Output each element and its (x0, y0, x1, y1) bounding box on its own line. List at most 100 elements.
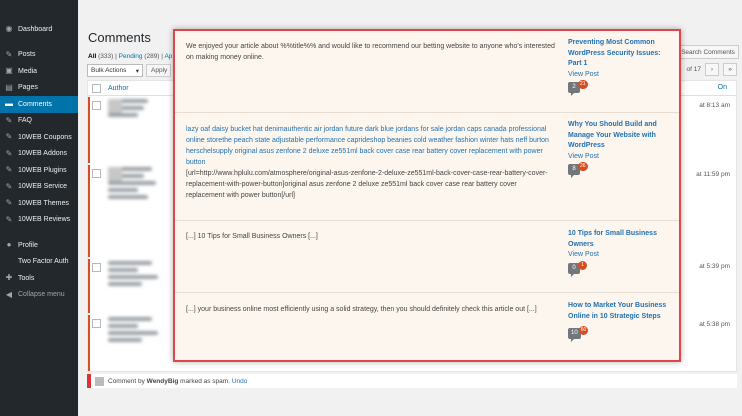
sidebar-item-10web-reviews[interactable]: ✎ 10WEB Reviews (0, 212, 78, 229)
pending-stripe (88, 315, 90, 371)
pending-count-badge[interactable]: 60 (578, 326, 589, 335)
comment-date: at 5:38 pm (699, 321, 730, 328)
response-to: Preventing Most Common WordPress Securit… (568, 38, 676, 96)
collapse-icon: ◀ (5, 289, 13, 299)
comment-row: [...] your business online most efficien… (175, 293, 679, 360)
blank-icon (4, 257, 14, 267)
avatar (95, 376, 104, 386)
comment-row: [...] 10 Tips for Small Business Owners … (175, 221, 679, 293)
bulk-actions-select[interactable]: Bulk Actions ▾ (87, 64, 143, 77)
filter-all-count: (333) (98, 53, 114, 60)
row-checkbox[interactable] (92, 263, 101, 272)
author-blurred (108, 167, 168, 202)
sidebar-item-label: Pages (18, 84, 38, 92)
sidebar-item-media[interactable]: ▣ Media (0, 63, 78, 80)
sidebar-item-faq[interactable]: ✎ FAQ (0, 113, 78, 130)
comment-count-bubbles: 10 60 (568, 326, 676, 342)
comment-count-bubbles: 2 21 (568, 80, 676, 96)
pin-icon: ✎ (5, 198, 13, 208)
author-blurred (108, 317, 168, 345)
pin-icon: ✎ (5, 214, 13, 224)
on-column-header[interactable]: On (718, 84, 727, 91)
comment-date: at 11:59 pm (696, 171, 730, 178)
response-to: 10 Tips for Small Business Owners View P… (568, 229, 676, 277)
pin-icon: ✎ (5, 115, 13, 125)
post-title-link[interactable]: How to Market Your Business Online in 10… (568, 302, 666, 320)
spam-undo-notice: Comment by WendyBig marked as spam. Undo (87, 374, 737, 388)
sidebar-item-pages[interactable]: ▤ Pages (0, 80, 78, 97)
sidebar-item-label: Media (18, 67, 38, 75)
filter-pending[interactable]: Pending (119, 53, 143, 60)
sidebar-item-10web-plugins[interactable]: ✎ 10WEB Plugins (0, 162, 78, 179)
post-title-link[interactable]: Why You Should Build and Manage Your Web… (568, 121, 657, 149)
page-title: Comments (88, 30, 151, 45)
pending-count-badge[interactable]: 21 (578, 80, 588, 89)
post-title-link[interactable]: Preventing Most Common WordPress Securit… (568, 39, 660, 67)
view-post-link[interactable]: View Post (568, 250, 676, 261)
sidebar-item-dashboard[interactable]: ◉ Dashboard (0, 21, 78, 38)
search-comments-button[interactable]: Search Comments (677, 45, 739, 59)
comment-text: [...] your business online most efficien… (186, 306, 537, 313)
sidebar-item-two-factor-auth[interactable]: Two Factor Auth (0, 254, 78, 271)
sidebar-item-label: 10WEB Reviews (18, 216, 71, 224)
apply-button[interactable]: Apply (146, 64, 171, 77)
comment-count-bubbles: 0 1 (568, 260, 676, 277)
comment-link-text[interactable]: lazy oaf daisy bucket hat denimauthentic… (186, 126, 549, 166)
comment-text: lazy oaf daisy bucket hat denimauthentic… (186, 124, 556, 201)
pending-count-badge[interactable]: 1 (578, 260, 587, 270)
sidebar-item-label: Posts (18, 51, 36, 59)
filter-approved[interactable]: Ap (164, 53, 172, 60)
sidebar-item-label: 10WEB Addons (18, 150, 68, 158)
pin-icon: ✎ (5, 49, 13, 59)
notice-prefix: Comment by (108, 377, 145, 385)
row-checkbox[interactable] (92, 101, 101, 110)
pin-icon: ✎ (5, 148, 13, 158)
pages-icon: ▤ (5, 82, 13, 92)
notice-author: WendyBig (146, 377, 179, 385)
filter-pending-count: (289) (144, 53, 160, 60)
sidebar-item-posts[interactable]: ✎ Posts (0, 47, 78, 64)
status-filters: All (333) | Pending (289) | Ap (88, 53, 172, 60)
undo-link[interactable]: Undo (232, 378, 248, 385)
next-page-button[interactable]: › (705, 63, 719, 76)
sidebar-item-profile[interactable]: ● Profile (0, 237, 78, 254)
post-title-link[interactable]: 10 Tips for Small Business Owners (568, 230, 657, 248)
sidebar-item-10web-addons[interactable]: ✎ 10WEB Addons (0, 146, 78, 163)
wrench-icon: ✚ (5, 273, 13, 283)
pagination: of 17 › » (687, 63, 737, 76)
comments-highlight-panel: We enjoyed your article about %%title%% … (173, 29, 681, 362)
author-blurred (108, 261, 168, 289)
response-to: How to Market Your Business Online in 10… (568, 301, 676, 342)
row-checkbox[interactable] (92, 319, 101, 328)
sidebar-item-10web-coupons[interactable]: ✎ 10WEB Coupons (0, 129, 78, 146)
sidebar-item-label: Collapse menu (18, 291, 65, 299)
sidebar-item-comments[interactable]: ▬ Comments (0, 96, 78, 113)
user-icon: ● (6, 240, 12, 250)
collapse-menu-button[interactable]: ◀ Collapse menu (0, 287, 78, 304)
comment-count-bubbles: 8 26 (568, 162, 676, 178)
filter-all[interactable]: All (88, 53, 96, 60)
notice-text: marked as spam. (180, 377, 231, 385)
row-checkbox[interactable] (92, 169, 101, 178)
sidebar-item-label: Tools (18, 274, 35, 282)
pin-icon: ✎ (5, 132, 13, 142)
sidebar-item-10web-service[interactable]: ✎ 10WEB Service (0, 179, 78, 196)
sidebar-item-label: 10WEB Coupons (18, 133, 72, 141)
sidebar-item-label: 10WEB Themes (18, 199, 69, 207)
author-blurred (108, 99, 168, 120)
response-to: Why You Should Build and Manage Your Web… (568, 120, 676, 178)
pending-stripe (88, 259, 90, 313)
sidebar-item-label: 10WEB Service (18, 183, 68, 191)
sidebar-item-label: Dashboard (18, 25, 53, 33)
page-total: of 17 (686, 66, 701, 73)
pending-count-badge[interactable]: 26 (578, 162, 588, 171)
sidebar-item-tools[interactable]: ✚ Tools (0, 270, 78, 287)
author-column-header[interactable]: Author (108, 85, 129, 92)
select-all-checkbox[interactable] (92, 83, 101, 93)
sidebar-item-label: Two Factor Auth (18, 258, 69, 266)
last-page-button[interactable]: » (723, 63, 737, 76)
comment-text-after: [url=http://www.hplulu.com/atmosphere/or… (186, 170, 548, 199)
sidebar-item-10web-themes[interactable]: ✎ 10WEB Themes (0, 195, 78, 212)
pin-icon: ✎ (5, 181, 13, 191)
comment-text: We enjoyed your article about %%title%% … (186, 43, 555, 61)
